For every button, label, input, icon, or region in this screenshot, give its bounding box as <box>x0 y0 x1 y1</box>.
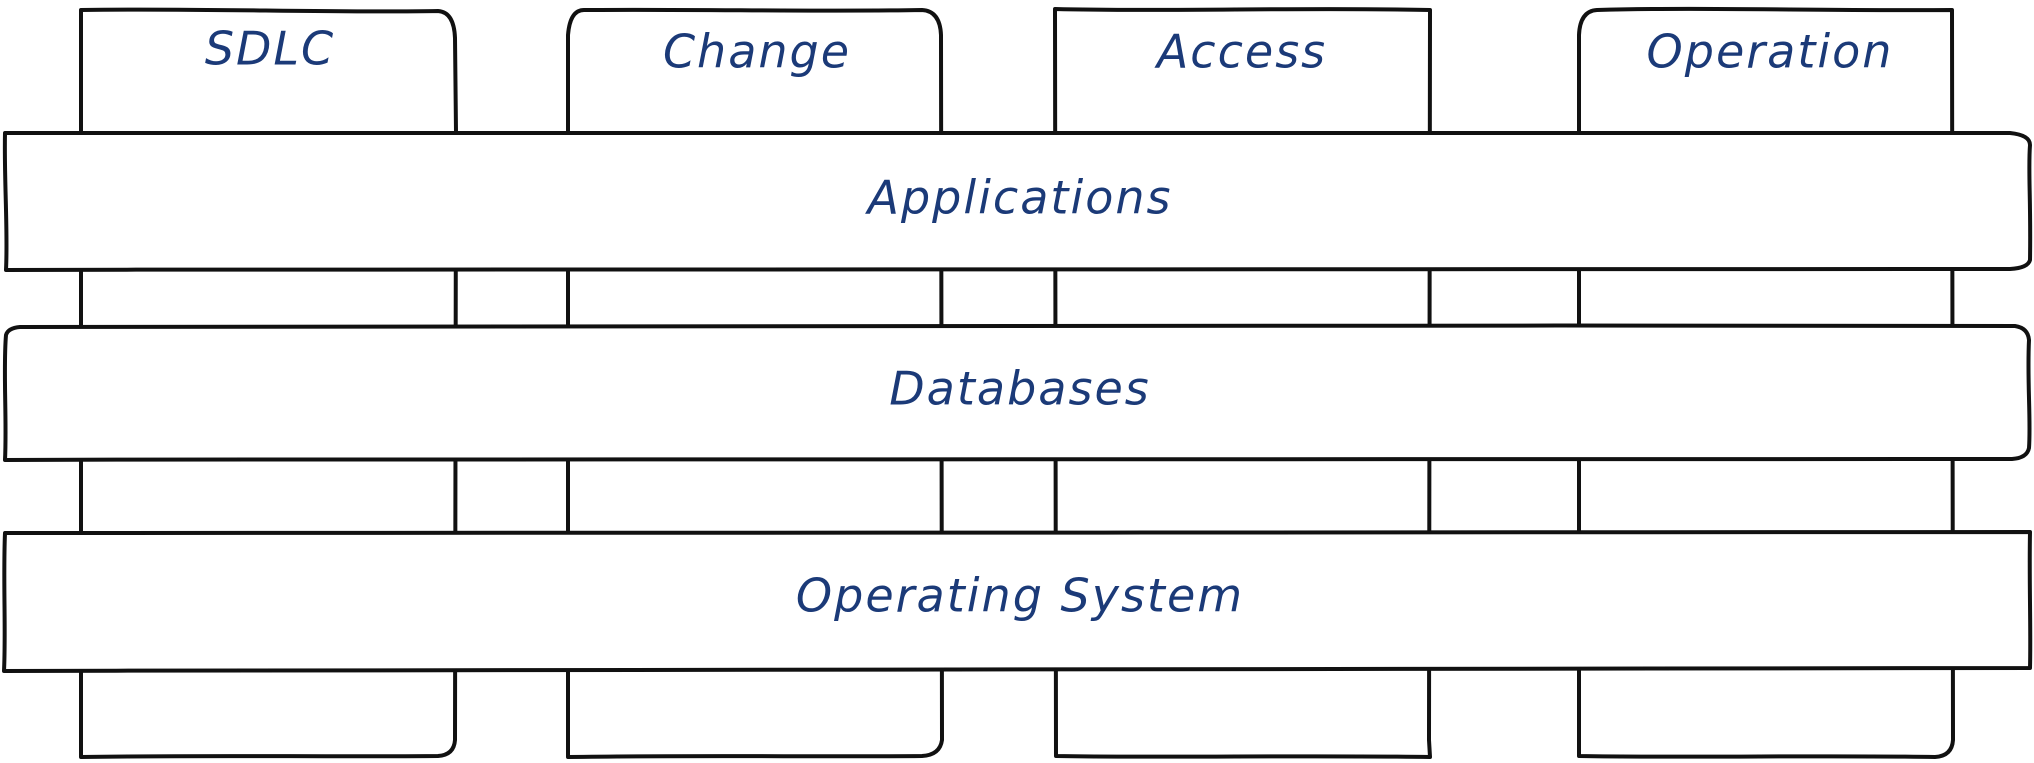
column-label-access: Access <box>1154 25 1327 79</box>
layer-applications[interactable]: Applications <box>2 130 2033 272</box>
column-label-change: Change <box>663 25 851 79</box>
column-label-operation: Operation <box>1647 25 1894 79</box>
layer-operating-system[interactable]: Operating System <box>2 530 2033 673</box>
column-label-sdlc: SDLC <box>205 22 335 76</box>
layer-label-databases: Databases <box>889 362 1150 416</box>
layer-label-operating-system: Operating System <box>796 569 1244 623</box>
layer-databases[interactable]: Databases <box>2 323 2032 462</box>
layer-label-applications: Applications <box>865 171 1173 225</box>
diagram-canvas: SDLC Change Access Operation Application… <box>2 6 2033 759</box>
